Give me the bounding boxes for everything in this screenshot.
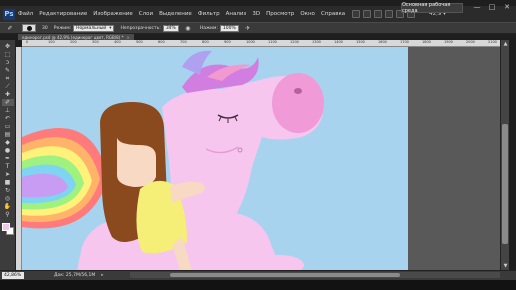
hand-tool-icon[interactable]: ✋ — [2, 203, 14, 210]
menu-window[interactable]: Окно — [297, 11, 318, 17]
brush-size-label: 30 — [42, 25, 48, 31]
blur-tool-icon[interactable]: ◆ — [2, 139, 14, 146]
ruler-tick-label: 1700 — [400, 40, 409, 44]
menu-edit[interactable]: Редактирование — [36, 11, 90, 17]
color-swatches[interactable] — [1, 223, 14, 235]
ruler-tick-label: 1600 — [378, 40, 387, 44]
history-brush-tool-icon[interactable]: ↶ — [2, 115, 14, 122]
maximize-icon[interactable]: □ — [487, 2, 497, 12]
ruler-tick-label: 1000 — [246, 40, 255, 44]
menu-analysis[interactable]: Анализ — [223, 11, 250, 17]
path-select-tool-icon[interactable]: ➤ — [2, 171, 14, 178]
ruler-tick-label: 100 — [48, 40, 55, 44]
horizontal-scrollbar-thumb[interactable] — [170, 273, 400, 277]
vertical-scrollbar-thumb[interactable] — [502, 124, 508, 244]
horizontal-scrollbar[interactable] — [130, 272, 500, 278]
menu-help[interactable]: Справка — [318, 11, 348, 17]
screen-bottom-strip — [0, 280, 516, 290]
ruler-tick-label: 500 — [136, 40, 143, 44]
bridge-icon[interactable] — [352, 10, 361, 18]
menu-filter[interactable]: Фильтр — [195, 11, 223, 17]
grid-icon[interactable] — [374, 10, 383, 18]
ruler-tick-label: 1500 — [356, 40, 365, 44]
vertical-scrollbar[interactable]: ▲ ▼ — [500, 40, 509, 270]
blend-mode-select[interactable]: Нормальный — [73, 24, 115, 32]
ruler-tick-label: 200 — [70, 40, 77, 44]
ruler-tick-label: 0 — [26, 40, 29, 44]
pasteboard[interactable] — [22, 47, 500, 270]
3d-camera-tool-icon[interactable]: ◎ — [2, 195, 14, 202]
ruler-tick-label: 1200 — [290, 40, 299, 44]
menu-layers[interactable]: Слои — [136, 11, 156, 17]
tablet-pressure-opacity-icon[interactable]: ◉ — [182, 25, 194, 32]
opacity-input[interactable]: 34% — [162, 24, 179, 32]
type-tool-icon[interactable]: T — [2, 163, 14, 170]
scroll-up-icon[interactable]: ▲ — [501, 40, 510, 48]
unicorn-nostril — [294, 88, 302, 94]
move-tool-icon[interactable]: ✥ — [2, 43, 14, 50]
photoshop-logo-icon[interactable]: Ps — [3, 8, 15, 20]
eyedropper-tool-icon[interactable]: ⟋ — [2, 83, 14, 90]
zoom-level-icon[interactable] — [385, 10, 394, 18]
gradient-tool-icon[interactable]: ▤ — [2, 131, 14, 138]
ruler-tick-label: 900 — [224, 40, 231, 44]
ruler-tick-label: 1900 — [444, 40, 453, 44]
foreground-color-swatch[interactable] — [1, 223, 10, 231]
ruler-tick-label: 300 — [92, 40, 99, 44]
ruler-tick-label: 2100 — [488, 40, 497, 44]
artwork — [22, 47, 408, 270]
shape-tool-icon[interactable]: ■ — [2, 179, 14, 186]
lasso-tool-icon[interactable]: ↄ — [2, 59, 14, 66]
brush-preset-icon[interactable]: ✐ — [4, 25, 16, 32]
document-tab-title: единорог.psd @ 42,9% (единорог цвет, RGB… — [22, 34, 124, 40]
brush-tip-icon — [26, 25, 32, 31]
zoom-tool-icon[interactable]: ⚲ — [2, 211, 14, 218]
horizontal-ruler[interactable]: 0 100 200 300 400 500 600 700 800 900 1000 1100 1200… — [22, 40, 500, 47]
workspace-switcher-button[interactable]: Основная рабочая среда — [401, 2, 463, 14]
brush-size-picker[interactable] — [22, 24, 36, 32]
window-controls: — □ ✕ — [472, 2, 512, 12]
minibridge-icon[interactable] — [363, 10, 372, 18]
tool-options-bar: ✐ 30 Режим: Нормальный Непрозрачность: 3… — [0, 22, 516, 34]
brush-tool-icon[interactable]: ✐ — [1, 99, 14, 106]
airbrush-icon[interactable]: ✈ — [242, 25, 254, 32]
clone-stamp-tool-icon[interactable]: ⊥ — [2, 107, 14, 114]
unicorn-snout — [272, 73, 324, 133]
eraser-tool-icon[interactable]: ▭ — [2, 123, 14, 130]
ruler-tick-label: 600 — [158, 40, 165, 44]
opacity-label: Непрозрачность: — [120, 25, 161, 31]
ruler-tick-label: 400 — [114, 40, 121, 44]
quick-select-tool-icon[interactable]: ✎ — [2, 67, 14, 74]
mode-label: Режим: — [53, 25, 72, 31]
status-zoom-input[interactable]: 42,86% — [2, 272, 24, 279]
close-icon[interactable]: ✕ — [502, 2, 512, 12]
flow-label: Нажим: — [199, 25, 218, 31]
close-document-icon[interactable]: × — [127, 35, 130, 40]
minimize-icon[interactable]: — — [472, 2, 482, 12]
menu-3d[interactable]: 3D — [249, 11, 263, 17]
ruler-tick-label: 1400 — [334, 40, 343, 44]
ruler-tick-label: 1800 — [422, 40, 431, 44]
status-menu-arrow-icon[interactable]: ▸ — [101, 273, 103, 278]
crop-tool-icon[interactable]: ⌗ — [2, 75, 14, 82]
marquee-tool-icon[interactable]: ⬚ — [2, 51, 14, 58]
ruler-tick-label: 1100 — [268, 40, 277, 44]
menu-select[interactable]: Выделение — [156, 11, 195, 17]
healing-tool-icon[interactable]: ✚ — [2, 91, 14, 98]
flow-input[interactable]: 100% — [219, 24, 239, 32]
ruler-tick-label: 700 — [180, 40, 187, 44]
document-canvas[interactable] — [22, 47, 408, 270]
menu-image[interactable]: Изображение — [90, 11, 136, 17]
ruler-tick-label: 800 — [202, 40, 209, 44]
menu-file[interactable]: Файл — [15, 11, 36, 17]
toolbox: ✥ ⬚ ↄ ✎ ⌗ ⟋ ✚ ✐ ⊥ ↶ ▭ ▤ ◆ ● ✒ T ➤ ■ ↻ ◎ ✋ ⚲ — [0, 40, 16, 276]
ruler-tick-label: 1300 — [312, 40, 321, 44]
dodge-tool-icon[interactable]: ● — [2, 147, 14, 154]
menu-view[interactable]: Просмотр — [263, 11, 297, 17]
pen-tool-icon[interactable]: ✒ — [2, 155, 14, 162]
3d-rotate-tool-icon[interactable]: ↻ — [2, 187, 14, 194]
scroll-down-icon[interactable]: ▼ — [501, 262, 510, 270]
ruler-tick-label: 2000 — [466, 40, 475, 44]
document-size-info: Док: 25,7M/56,1M — [54, 273, 96, 278]
